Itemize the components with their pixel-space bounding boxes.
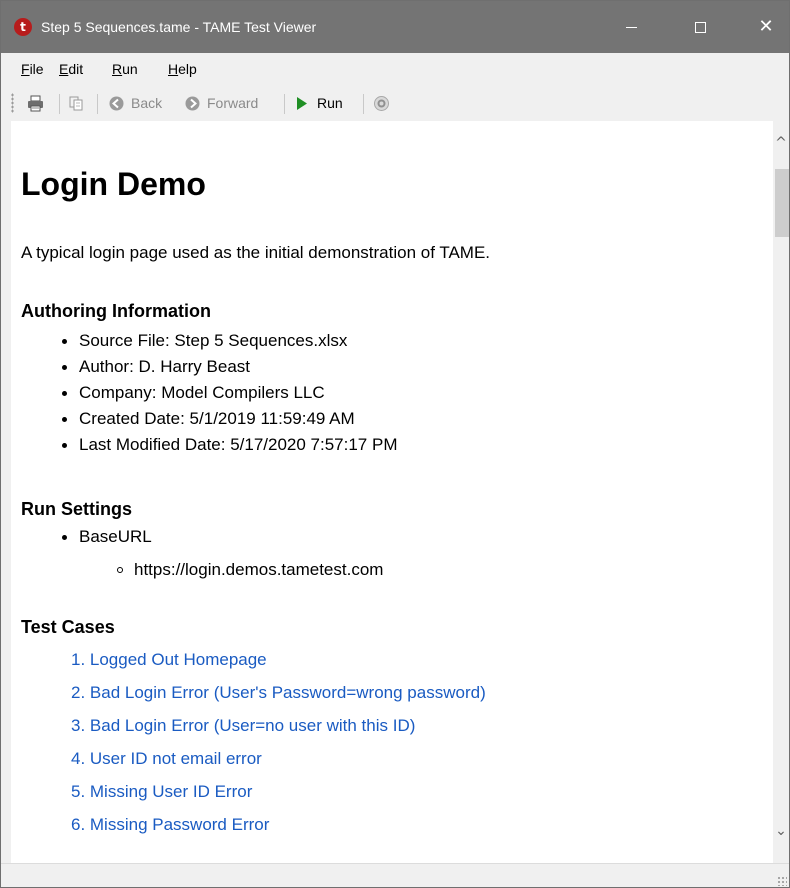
test-cases-list: 1. Logged Out Homepage 2. Bad Login Erro… <box>71 649 486 847</box>
run-button[interactable]: Run <box>317 95 343 112</box>
maximize-icon <box>694 21 706 33</box>
toolbar-grip[interactable] <box>11 93 14 113</box>
scroll-up-icon[interactable]: ^ <box>773 135 789 151</box>
window-title: Step 5 Sequences.tame - TAME Test Viewer <box>41 19 317 35</box>
menu-access-key: F <box>21 61 30 77</box>
app-window: t Step 5 Sequences.tame - TAME Test View… <box>0 0 790 888</box>
toolbar-separator <box>284 94 285 114</box>
maximize-button[interactable] <box>677 1 723 53</box>
menu-access-key: H <box>168 61 179 77</box>
authoring-list: Source File: Step 5 Sequences.xlsx Autho… <box>61 328 397 458</box>
copy-button[interactable] <box>68 95 85 112</box>
scrollbar-thumb[interactable] <box>775 169 789 237</box>
test-case-link[interactable]: 2. Bad Login Error (User's Password=wron… <box>71 683 486 702</box>
test-case-link[interactable]: 3. Bad Login Error (User=no user with th… <box>71 716 415 735</box>
menu-edit[interactable]: Edit <box>59 61 83 77</box>
list-item: Company: Model Compilers LLC <box>61 380 397 406</box>
list-item: 4. User ID not email error <box>71 748 486 781</box>
test-case-link[interactable]: 1. Logged Out Homepage <box>71 650 267 669</box>
minimize-icon <box>625 26 637 28</box>
resize-grip-icon[interactable] <box>777 876 787 886</box>
scroll-down-icon[interactable]: ⌄ <box>773 823 789 839</box>
toolbar: Back Forward Run <box>1 85 789 121</box>
forward-icon[interactable] <box>184 95 201 112</box>
toolbar-separator <box>363 94 364 114</box>
back-button[interactable]: Back <box>131 95 162 112</box>
run-setting-name: BaseURL <box>61 524 152 550</box>
forward-button[interactable]: Forward <box>207 95 258 112</box>
test-case-link[interactable]: 6. Missing Password Error <box>71 815 269 834</box>
test-case-link[interactable]: 5. Missing User ID Error <box>71 782 252 801</box>
document-view[interactable]: Login Demo A typical login page used as … <box>11 121 773 863</box>
menu-help[interactable]: Help <box>168 61 197 77</box>
list-item: 6. Missing Password Error <box>71 814 486 847</box>
run-setting-value: https://login.demos.tametest.com <box>117 559 383 581</box>
printer-icon <box>28 95 43 112</box>
toolbar-separator <box>97 94 98 114</box>
run-settings-list: BaseURL <box>61 524 152 550</box>
test-cases-heading: Test Cases <box>21 617 115 637</box>
back-icon[interactable] <box>108 95 125 112</box>
tame-app-icon: t <box>14 18 32 36</box>
list-item: Source File: Step 5 Sequences.xlsx <box>61 328 397 354</box>
minimize-button[interactable] <box>608 1 654 53</box>
close-button[interactable]: ✕ <box>743 1 789 53</box>
vertical-scrollbar[interactable]: ^ ⌄ <box>773 121 789 863</box>
page-title: Login Demo <box>21 166 206 202</box>
list-item: 3. Bad Login Error (User=no user with th… <box>71 715 486 748</box>
menu-access-key: R <box>112 61 123 77</box>
list-item: Created Date: 5/1/2019 11:59:49 AM <box>61 406 397 432</box>
status-bar <box>1 863 789 887</box>
print-button[interactable] <box>27 95 44 112</box>
list-item: Author: D. Harry Beast <box>61 354 397 380</box>
list-item: 1. Logged Out Homepage <box>71 649 486 682</box>
help-button[interactable] <box>373 95 390 112</box>
close-icon: ✕ <box>758 16 774 37</box>
list-item: Last Modified Date: 5/17/2020 7:57:17 PM <box>61 432 397 458</box>
list-item: 2. Bad Login Error (User's Password=wron… <box>71 682 486 715</box>
test-case-link[interactable]: 4. User ID not email error <box>71 749 262 768</box>
menu-access-key: E <box>59 61 69 77</box>
list-item: 5. Missing User ID Error <box>71 781 486 814</box>
play-icon[interactable] <box>293 95 310 112</box>
page-description: A typical login page used as the initial… <box>21 243 491 262</box>
title-bar[interactable]: t Step 5 Sequences.tame - TAME Test View… <box>1 1 789 53</box>
menu-run[interactable]: Run <box>112 61 138 77</box>
menu-bar: File Edit Run Help <box>1 53 789 85</box>
help-icon <box>374 96 389 111</box>
authoring-heading: Authoring Information <box>21 301 211 321</box>
menu-file[interactable]: File <box>21 61 44 77</box>
run-settings-heading: Run Settings <box>21 499 132 519</box>
toolbar-separator <box>59 94 60 114</box>
copy-icon <box>69 96 83 111</box>
